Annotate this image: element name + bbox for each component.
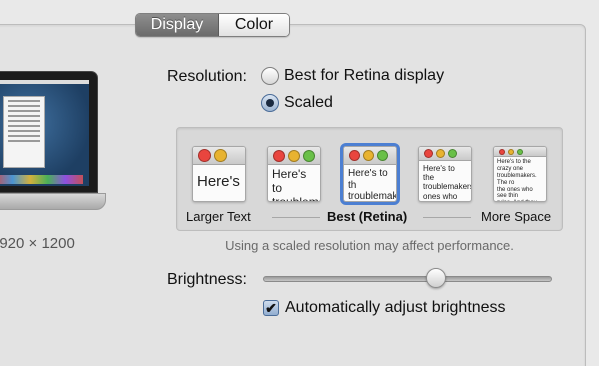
radio-label: Scaled bbox=[284, 94, 333, 111]
caption-larger-text: Larger Text bbox=[186, 209, 251, 224]
scale-option-more-space[interactable]: Here's to the crazy one troublemakers. T… bbox=[493, 146, 547, 202]
thumb-text: Here's to the troublemakers. ones who se… bbox=[423, 164, 472, 201]
brightness-label: Brightness: bbox=[166, 271, 247, 288]
thumb-titlebar bbox=[268, 147, 320, 165]
radio-label: Best for Retina display bbox=[284, 67, 445, 84]
laptop-resolution-text: 1920 × 1200 bbox=[0, 235, 75, 252]
thumb-titlebar bbox=[494, 147, 546, 157]
laptop-window bbox=[3, 96, 45, 168]
thumb-text: Here's to th troublemak ones who s bbox=[348, 168, 397, 202]
thumb-text: Here's bbox=[197, 173, 240, 190]
radio-button[interactable] bbox=[261, 94, 279, 112]
performance-note: Using a scaled resolution may affect per… bbox=[225, 238, 514, 253]
scale-option-best-retina[interactable]: Here's to th troublemak ones who s bbox=[340, 143, 400, 205]
auto-brightness-checkbox[interactable]: ✔ bbox=[263, 300, 279, 316]
tab-color[interactable]: Color bbox=[219, 14, 289, 36]
thumb-titlebar bbox=[419, 147, 471, 161]
auto-brightness-label: Automatically adjust brightness bbox=[285, 299, 506, 316]
laptop-dock bbox=[0, 175, 83, 184]
laptop-base bbox=[0, 193, 106, 210]
caption-best-retina: Best (Retina) bbox=[327, 209, 408, 224]
thumb-text: Here's to the crazy one troublemakers. T… bbox=[497, 159, 537, 201]
thumb-text: Here's to troublem bbox=[272, 167, 319, 202]
thumb-titlebar bbox=[193, 147, 245, 165]
resolution-label: Resolution: bbox=[166, 68, 247, 85]
laptop-illustration bbox=[0, 71, 98, 193]
radio-best-for-retina[interactable]: Best for Retina display bbox=[261, 67, 444, 85]
scale-option-larger-text[interactable]: Here's bbox=[192, 146, 246, 202]
radio-dot bbox=[266, 99, 274, 107]
scale-option-2[interactable]: Here's to troublem bbox=[267, 146, 321, 202]
thumb-titlebar bbox=[344, 147, 396, 165]
brightness-slider-track[interactable] bbox=[263, 276, 552, 282]
tab-display[interactable]: Display bbox=[136, 14, 219, 36]
radio-button[interactable] bbox=[261, 67, 279, 85]
auto-brightness-option[interactable]: ✔ Automatically adjust brightness bbox=[263, 299, 506, 317]
tab-bar: Display Color bbox=[135, 13, 290, 37]
radio-scaled[interactable]: Scaled bbox=[261, 94, 333, 112]
scaled-options-box: Here's Here's to troublem Here's to th t… bbox=[176, 127, 563, 231]
laptop-display bbox=[0, 80, 89, 186]
laptop-menubar bbox=[0, 80, 89, 84]
caption-more-space: More Space bbox=[481, 209, 552, 224]
scale-divider bbox=[272, 217, 320, 218]
scale-divider bbox=[423, 217, 471, 218]
scale-option-4[interactable]: Here's to the troublemakers. ones who se… bbox=[418, 146, 472, 202]
